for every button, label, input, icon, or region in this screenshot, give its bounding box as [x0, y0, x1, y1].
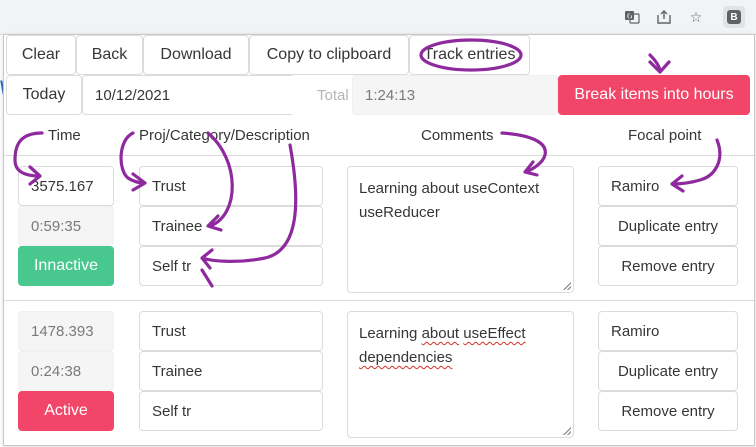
- project-category-description-header: Proj/Category/Description: [139, 127, 310, 144]
- date-input[interactable]: 10/12/2021: [82, 75, 312, 115]
- time-counter-field[interactable]: 3575.167: [18, 166, 114, 206]
- duplicate-entry-button[interactable]: Duplicate entry: [598, 206, 738, 246]
- comment-line: dependencies: [359, 349, 453, 366]
- entry-divider: [4, 300, 754, 301]
- focal-point-header: Focal point: [628, 127, 702, 144]
- status-toggle-button[interactable]: Innactive: [18, 246, 114, 286]
- time-header: Time: [48, 127, 81, 144]
- share-icon[interactable]: [655, 8, 673, 26]
- header-divider: [4, 155, 754, 156]
- comments-textarea[interactable]: Learning about useEffect dependencies: [347, 311, 574, 438]
- focal-point-input[interactable]: Ramiro: [598, 166, 738, 206]
- project-input[interactable]: Trust: [139, 311, 323, 351]
- focal-point-input[interactable]: Ramiro: [598, 311, 738, 351]
- remove-entry-button[interactable]: Remove entry: [598, 391, 738, 431]
- star-icon[interactable]: ☆: [687, 8, 705, 26]
- resize-handle-icon[interactable]: [563, 427, 571, 435]
- time-counter-field: 1478.393: [18, 311, 114, 351]
- status-toggle-button[interactable]: Active: [18, 391, 114, 431]
- description-input[interactable]: Self tr: [139, 391, 323, 431]
- comments-header: Comments: [421, 127, 494, 144]
- copy-to-clipboard-button[interactable]: Copy to clipboard: [249, 35, 409, 75]
- comments-textarea[interactable]: Learning about useContext useReducer: [347, 166, 574, 293]
- back-button[interactable]: Back: [76, 35, 143, 75]
- elapsed-time-field: 0:59:35: [18, 206, 114, 246]
- description-input[interactable]: Self tr: [139, 246, 323, 286]
- translate-icon[interactable]: G: [623, 8, 641, 26]
- profile-avatar[interactable]: B: [723, 6, 745, 28]
- remove-entry-button[interactable]: Remove entry: [598, 246, 738, 286]
- duplicate-entry-button[interactable]: Duplicate entry: [598, 351, 738, 391]
- track-entries-button[interactable]: Track entries: [409, 35, 530, 75]
- today-button[interactable]: Today: [6, 75, 82, 115]
- resize-handle-icon[interactable]: [563, 282, 571, 290]
- category-input[interactable]: Trainee: [139, 351, 323, 391]
- break-items-button[interactable]: Break items into hours: [558, 75, 750, 115]
- category-input[interactable]: Trainee: [139, 206, 323, 246]
- comment-line: Learning about useContext: [359, 180, 540, 197]
- comment-line: useReducer: [359, 204, 440, 221]
- project-input[interactable]: Trust: [139, 166, 323, 206]
- total-value-field: 1:24:13: [352, 75, 558, 115]
- clear-button[interactable]: Clear: [6, 35, 76, 75]
- browser-toolbar: G ☆ B: [0, 0, 756, 35]
- elapsed-time-field: 0:24:38: [18, 351, 114, 391]
- comment-line: Learning about useEffect: [359, 325, 526, 342]
- download-button[interactable]: Download: [143, 35, 249, 75]
- time-tracker-popup: Clear Back Download Copy to clipboard Tr…: [3, 34, 755, 446]
